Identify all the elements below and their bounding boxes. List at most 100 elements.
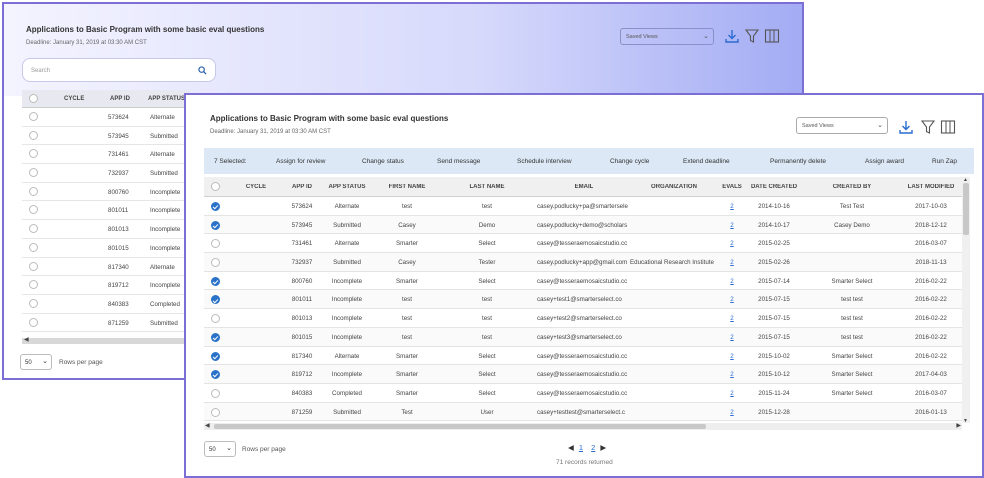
table-row[interactable]: 801013 Incomplete xyxy=(22,220,190,239)
evals-link[interactable]: 2 xyxy=(722,390,742,397)
row-checkbox[interactable] xyxy=(211,295,220,305)
saved-views-select[interactable]: Saved Views ⌄ xyxy=(796,117,888,134)
column-header-date-created[interactable]: DATE CREATED xyxy=(744,184,804,190)
column-header-last-name[interactable]: LAST NAME xyxy=(456,184,518,190)
table-row[interactable]: 840383 Completed xyxy=(22,295,190,314)
table-row[interactable]: 871259 Submitted xyxy=(22,314,190,333)
column-header-created-by[interactable]: CREATED BY xyxy=(816,184,888,190)
evals-link[interactable]: 2 xyxy=(722,222,742,229)
table-row[interactable]: 573624 Alternate test test casey.podlucky+pa… xyxy=(204,197,962,216)
change-cycle-button[interactable]: Change cycle xyxy=(610,158,649,165)
column-header-organization[interactable]: ORGANIZATION xyxy=(629,184,719,190)
select-all-checkbox[interactable] xyxy=(211,182,220,191)
send-message-button[interactable]: Send message xyxy=(437,158,480,165)
scroll-right-icon[interactable]: ▶ xyxy=(956,422,961,429)
scrollbar-thumb[interactable] xyxy=(963,183,969,235)
assign-award-button[interactable]: Assign award xyxy=(865,158,904,165)
row-checkbox[interactable] xyxy=(211,407,220,417)
row-checkbox[interactable] xyxy=(211,258,220,268)
column-header[interactable]: APP ID xyxy=(110,96,130,102)
filter-icon[interactable] xyxy=(920,119,936,135)
table-row[interactable]: 573945 Submitted xyxy=(22,127,190,146)
page-link-1[interactable]: 1 xyxy=(579,443,583,452)
extend-deadline-button[interactable]: Extend deadline xyxy=(683,158,730,165)
row-checkbox[interactable] xyxy=(29,298,38,308)
column-header[interactable]: APP STATUS xyxy=(148,96,185,102)
scroll-down-icon[interactable]: ▼ xyxy=(963,418,968,424)
download-icon[interactable] xyxy=(898,119,914,135)
evals-link[interactable]: 2 xyxy=(722,334,742,341)
change-status-button[interactable]: Change status xyxy=(362,158,404,165)
column-header-app-status[interactable]: APP STATUS xyxy=(322,184,372,190)
row-checkbox[interactable] xyxy=(29,112,38,121)
evals-link[interactable]: 2 xyxy=(722,296,742,303)
columns-icon[interactable] xyxy=(764,28,780,44)
row-checkbox[interactable] xyxy=(211,276,220,286)
permanently-delete-button[interactable]: Permanently delete xyxy=(770,158,826,165)
table-row[interactable]: 817340 Alternate xyxy=(22,258,190,277)
row-checkbox[interactable] xyxy=(211,314,220,324)
table-row[interactable]: 731461 Alternate Smarter Select casey@tesser… xyxy=(204,234,962,254)
next-page-icon[interactable]: ▶ xyxy=(600,443,606,452)
row-checkbox[interactable] xyxy=(29,280,38,290)
row-checkbox[interactable] xyxy=(211,239,220,249)
table-row[interactable]: 871259 Submitted Test User casey+testtest@sm… xyxy=(204,402,962,422)
row-checkbox[interactable] xyxy=(211,332,220,342)
table-row[interactable]: 840383 Completed Smarter Select casey@tesser… xyxy=(204,384,962,403)
row-checkbox[interactable] xyxy=(29,168,38,178)
row-checkbox[interactable] xyxy=(29,261,38,271)
select-all-checkbox[interactable] xyxy=(29,94,38,103)
row-checkbox[interactable] xyxy=(29,317,38,327)
evals-link[interactable]: 2 xyxy=(722,259,742,266)
row-checkbox[interactable] xyxy=(211,220,220,230)
horizontal-scrollbar[interactable]: ◀ xyxy=(22,337,190,344)
row-checkbox[interactable] xyxy=(211,370,220,380)
table-row[interactable]: 800760 Incomplete xyxy=(22,183,190,202)
evals-link[interactable]: 2 xyxy=(722,315,742,322)
download-icon[interactable] xyxy=(724,28,740,44)
table-row[interactable]: 819712 Incomplete Smarter Select casey@tesse… xyxy=(204,365,962,384)
evals-link[interactable]: 2 xyxy=(722,371,742,378)
table-row[interactable]: 801015 Incomplete test test casey+test3@smar… xyxy=(204,327,962,347)
column-header-email[interactable]: EMAIL xyxy=(539,184,629,190)
table-row[interactable]: 800760 Incomplete Smarter Select casey@tesse… xyxy=(204,272,962,291)
row-checkbox[interactable] xyxy=(29,242,38,252)
table-row[interactable]: 801011 Incomplete test test casey+test1@smar… xyxy=(204,290,962,310)
row-checkbox[interactable] xyxy=(29,186,38,196)
prev-page-icon[interactable]: ◀ xyxy=(568,443,574,452)
column-header-last-modified[interactable]: LAST MODIFIED xyxy=(898,184,964,190)
row-checkbox[interactable] xyxy=(211,351,220,361)
evals-link[interactable]: 2 xyxy=(722,203,742,210)
search-input[interactable]: Search xyxy=(22,58,216,82)
row-checkbox[interactable] xyxy=(29,224,38,234)
schedule-interview-button[interactable]: Schedule interview xyxy=(517,158,572,165)
table-row[interactable]: 801015 Incomplete xyxy=(22,239,190,258)
table-row[interactable]: 801013 Incomplete test test casey+test2@smar… xyxy=(204,309,962,328)
back-rows-per-page-select[interactable]: 50 ⌄ xyxy=(20,354,52,370)
row-checkbox[interactable] xyxy=(29,149,38,159)
evals-link[interactable]: 2 xyxy=(722,278,742,285)
columns-icon[interactable] xyxy=(940,119,956,135)
evals-link[interactable]: 2 xyxy=(722,409,742,416)
table-row[interactable]: 732937 Submitted Casey Tester casey.podlucky… xyxy=(204,253,962,272)
table-row[interactable]: 731461 Alternate xyxy=(22,145,190,165)
horizontal-scrollbar[interactable]: ◀ ▶ xyxy=(204,423,962,430)
rows-per-page-select[interactable]: 50 ⌄ xyxy=(204,441,236,457)
scrollbar-thumb[interactable] xyxy=(214,424,706,429)
table-row[interactable]: 801011 Incomplete xyxy=(22,201,190,221)
search-icon[interactable] xyxy=(198,66,207,75)
table-row[interactable]: 573624 Alternate xyxy=(22,108,190,127)
scroll-left-icon[interactable]: ◀ xyxy=(205,422,210,429)
table-row[interactable]: 817340 Alternate Smarter Select casey@tesser… xyxy=(204,347,962,366)
column-header-cycle[interactable]: CYCLE xyxy=(238,184,274,190)
back-saved-views-select[interactable]: Saved Views ⌄ xyxy=(620,28,714,45)
evals-link[interactable]: 2 xyxy=(722,240,742,247)
column-header[interactable]: CYCLE xyxy=(64,96,84,102)
row-checkbox[interactable] xyxy=(211,202,220,211)
evals-link[interactable]: 2 xyxy=(722,353,742,360)
page-link-2[interactable]: 2 xyxy=(591,443,595,452)
row-checkbox[interactable] xyxy=(211,388,220,398)
table-row[interactable]: 732937 Submitted xyxy=(22,164,190,183)
column-header-app-id[interactable]: APP ID xyxy=(282,184,322,190)
table-row[interactable]: 573945 Submitted Casey Demo casey.podlucky+d… xyxy=(204,215,962,235)
